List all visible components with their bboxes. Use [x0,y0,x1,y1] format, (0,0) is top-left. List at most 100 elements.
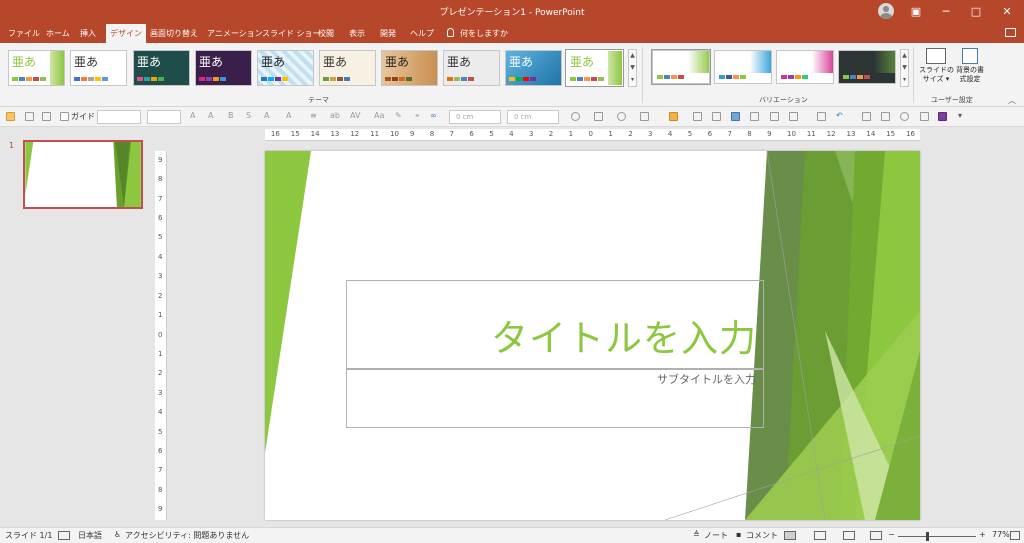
font-name-combo[interactable] [97,110,141,124]
shape-outline-icon[interactable] [594,112,603,121]
customize-qat-icon[interactable]: ▾ [958,111,962,120]
slide-size-button[interactable]: スライドの サイズ ▾ [919,48,954,84]
bold-icon[interactable]: B [228,111,234,120]
more-icon[interactable]: ▾ [629,74,636,86]
reading-view-icon[interactable] [843,531,855,540]
flip-icon[interactable] [750,112,759,121]
slide-sorter-icon[interactable] [814,531,826,540]
close-button[interactable]: ✕ [997,4,1017,20]
zoom-level[interactable]: 77% [992,530,1010,539]
character-spacing-icon[interactable]: AV [350,111,360,120]
layout-icon[interactable] [25,112,34,121]
group-icon[interactable] [693,112,702,121]
variations-gallery-scroller[interactable]: ▲ ▼ ▾ [900,49,909,87]
theme-gray[interactable]: 亜あ [443,50,500,86]
comment-icon[interactable]: ▪ [736,530,741,539]
tab-transitions[interactable]: 画面切り替え [146,24,202,43]
zoom-slider-thumb[interactable] [926,532,929,541]
theme-blue[interactable]: 亜あ [505,50,562,86]
more-icon[interactable]: ▾ [901,74,908,86]
distribute-icon[interactable] [770,112,779,121]
text-direction-icon[interactable]: ab [330,111,340,120]
tab-developer[interactable]: 開発 [376,24,400,43]
tab-view[interactable]: 表示 [345,24,369,43]
selection-pane-icon[interactable] [789,112,798,121]
normal-view-icon[interactable] [784,531,796,540]
fit-to-window-icon[interactable] [1010,531,1020,540]
scroll-up-icon[interactable]: ▲ [901,50,908,62]
scroll-down-icon[interactable]: ▼ [629,62,636,74]
zoom-in-button[interactable]: + [979,530,986,539]
chevron-up-icon[interactable]: ︿ [1008,95,1016,106]
scroll-down-icon[interactable]: ▼ [901,62,908,74]
tab-file[interactable]: ファイル [4,24,44,43]
variation-3[interactable] [776,50,834,84]
comments-button[interactable]: コメント [746,530,778,541]
rotate-icon[interactable] [731,112,740,121]
theme-checker-blue[interactable]: 亜あ [257,50,314,86]
grow-font-icon[interactable]: A [190,111,195,120]
tab-home[interactable]: ホーム [42,24,74,43]
theme-cream[interactable]: 亜あ [319,50,376,86]
accessibility-icon[interactable]: ♿ [114,530,121,539]
pin-icon[interactable]: ⌖ [415,111,420,121]
slide-thumbnail[interactable] [23,140,143,209]
title-placeholder[interactable]: タイトルを入力 [346,280,764,369]
variation-4[interactable] [838,50,896,84]
quick-styles-icon[interactable] [669,112,678,121]
theme-dark-teal[interactable]: 亜あ [133,50,190,86]
zoom-slider-track[interactable] [898,536,976,537]
tab-design[interactable]: デザイン [106,24,146,43]
tab-review[interactable]: 校閲 [314,24,338,43]
theme-facet-selected[interactable]: 亜あ [565,49,624,87]
theme-office[interactable]: 亜あ [70,50,127,86]
guide-checkbox[interactable] [60,112,69,121]
scroll-up-icon[interactable]: ▲ [629,50,636,62]
shadow-icon[interactable]: S [246,111,251,120]
slide-canvas[interactable]: タイトルを入力 サブタイトルを入力 [265,151,920,520]
font-size-combo[interactable] [147,110,181,124]
undo-icon[interactable]: ↶ [836,111,843,120]
tab-insert[interactable]: 挿入 [76,24,100,43]
refresh-icon[interactable] [900,112,909,121]
reset-icon[interactable] [42,112,51,121]
variation-2[interactable] [714,50,772,84]
variation-1[interactable] [651,49,711,85]
subtitle-placeholder[interactable]: サブタイトルを入力 [346,369,764,428]
zoom-out-button[interactable]: − [888,530,895,539]
spelling-icon[interactable] [862,112,871,121]
comments-icon[interactable] [1005,28,1016,37]
notes-button[interactable]: ノート [704,530,728,541]
new-slide-icon[interactable] [6,112,15,121]
save-icon[interactable] [938,112,947,121]
notes-check-icon[interactable] [58,531,70,540]
minimize-button[interactable]: ─ [936,4,956,20]
arrange-icon[interactable] [640,112,649,121]
slideshow-icon[interactable] [870,531,882,540]
font-color-icon[interactable]: A [264,111,269,120]
height-input[interactable]: 0 cm [449,110,501,124]
width-input[interactable]: 0 cm [507,110,559,124]
shape-fill-icon[interactable] [571,112,580,121]
tell-me-search[interactable]: 何をしますか [443,24,512,43]
format-painter-icon[interactable]: ✎ [395,111,402,120]
shrink-font-icon[interactable]: A [208,111,213,120]
print-preview-icon[interactable] [881,112,890,121]
themes-gallery-scroller[interactable]: ▲ ▼ ▾ [628,49,637,87]
theme-purple[interactable]: 亜あ [195,50,252,86]
change-case-icon[interactable]: Aa [374,111,384,120]
format-background-button[interactable]: 背景の書 式設定 [953,48,987,84]
highlight-icon[interactable]: A [286,111,291,120]
theme-wood[interactable]: 亜あ [381,50,438,86]
crop-icon[interactable] [817,112,826,121]
maximize-button[interactable]: □ [966,4,986,20]
avatar[interactable] [878,3,894,19]
align-icon[interactable]: ≡ [310,111,317,120]
align-objects-icon[interactable] [712,112,721,121]
shape-effects-icon[interactable] [617,112,626,121]
ribbon-display-options-icon[interactable]: ▣ [906,4,926,20]
tab-help[interactable]: ヘルプ [406,24,438,43]
new-file-icon[interactable] [920,112,929,121]
accessibility-status[interactable]: アクセシビリティ: 問題ありません [125,530,249,541]
theme-facet-1[interactable]: 亜あ [8,50,65,86]
